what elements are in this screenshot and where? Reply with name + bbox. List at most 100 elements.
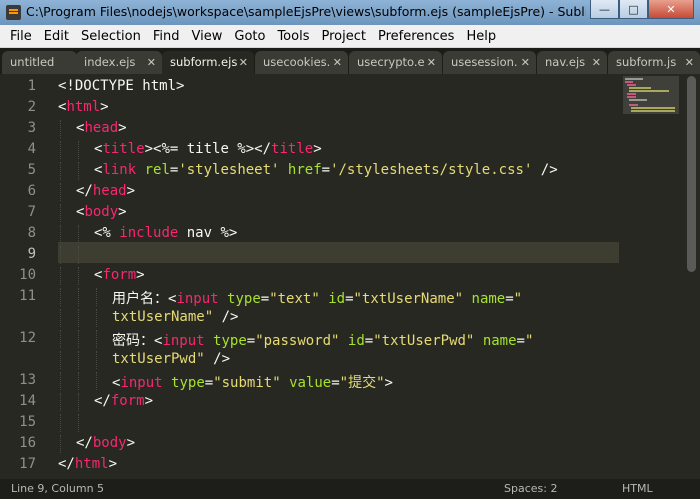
code-line: </form> <box>94 393 153 409</box>
tab-close-icon[interactable]: ✕ <box>333 51 342 74</box>
menu-help[interactable]: Help <box>460 29 502 44</box>
scrollbar-thumb[interactable] <box>687 76 696 272</box>
code-token: body <box>92 435 127 451</box>
tab-close-icon[interactable]: ✕ <box>147 51 156 74</box>
code-token: type <box>171 375 205 391</box>
menu-edit[interactable]: Edit <box>38 29 75 44</box>
maximize-icon: □ <box>628 2 639 16</box>
tab-subform-js[interactable]: subform.js ✕ <box>608 51 700 74</box>
code-token: title <box>102 141 145 157</box>
tab-close-icon[interactable]: ✕ <box>427 51 436 74</box>
code-line: </head> <box>76 183 135 199</box>
indent-guide <box>78 225 79 243</box>
line-number: 6 <box>27 183 36 199</box>
line-number: 8 <box>27 225 36 241</box>
line-number: 12 <box>19 330 36 346</box>
code-token: head <box>84 120 119 136</box>
menu-view[interactable]: View <box>186 29 229 44</box>
code-line: <link rel='stylesheet' href='/stylesheet… <box>94 162 558 178</box>
code-token: "submit" <box>213 375 281 391</box>
tab-subform-ejs[interactable]: subform.ejs ✕ <box>162 51 254 74</box>
line-number: 1 <box>27 78 36 94</box>
title-bar[interactable]: C:\Program Files\nodejs\workspace\sample… <box>0 0 700 25</box>
line-number: 16 <box>19 435 36 451</box>
tab-close-icon[interactable]: ✕ <box>685 51 694 74</box>
indent-guide <box>78 393 79 411</box>
minimap-line <box>625 81 633 83</box>
status-bar: Line 9, Column 5 Spaces: 2 HTML <box>0 479 700 499</box>
tab-label: usecookies. <box>263 55 331 69</box>
code-line: 密码：<input type="password" id="txtUserPwd… <box>112 330 533 350</box>
code-token: > <box>313 141 322 157</box>
code-token: "txtUserPwd" <box>373 333 475 349</box>
minimap-line <box>627 96 636 98</box>
menu-file[interactable]: File <box>0 29 38 44</box>
line-number: 4 <box>27 141 36 157</box>
menu-selection[interactable]: Selection <box>75 29 147 44</box>
minimap[interactable] <box>619 74 681 479</box>
indent-guide <box>78 162 79 180</box>
indent-guide <box>78 141 79 159</box>
code-line: </body> <box>76 435 135 451</box>
code-token: > <box>126 435 136 451</box>
code-token: <!DOCTYPE html> <box>58 78 185 94</box>
tab-close-icon[interactable]: ✕ <box>521 51 530 74</box>
tab-usecookies[interactable]: usecookies. ✕ <box>255 51 348 74</box>
minimap-line <box>625 78 643 80</box>
line-number: 3 <box>27 120 36 136</box>
code-token: "password" <box>255 333 340 349</box>
code-token: include <box>119 225 179 241</box>
code-token: input <box>176 291 219 307</box>
indent-guide <box>78 351 79 369</box>
code-token: = <box>364 333 374 349</box>
code-token: " <box>513 291 523 307</box>
minimap-line <box>627 93 636 95</box>
line-number: 5 <box>27 162 36 178</box>
close-button[interactable]: ✕ <box>648 0 694 19</box>
tab-usesession[interactable]: usesession. ✕ <box>443 51 536 74</box>
menu-project[interactable]: Project <box>315 29 371 44</box>
code-token: title <box>271 141 314 157</box>
menu-find[interactable]: Find <box>147 29 186 44</box>
tab-untitled[interactable]: untitled <box>2 51 77 74</box>
line-number-gutter: 1 2 3 4 5 6 7 8 9 10 11 12 13 14 15 16 17 <box>0 74 44 479</box>
indent-guide <box>96 288 97 306</box>
menu-goto[interactable]: Goto <box>228 29 271 44</box>
code-token: html <box>66 99 101 115</box>
vertical-scrollbar[interactable] <box>682 74 700 479</box>
syntax-selector[interactable]: HTML <box>622 482 653 495</box>
indent-guide <box>60 372 61 390</box>
code-token: = <box>204 375 214 391</box>
code-line: 用户名：<input type="text" id="txtUserName" … <box>112 288 522 308</box>
code-token: input <box>120 375 163 391</box>
line-number: 7 <box>27 204 36 220</box>
code-line: txtUserName" /> <box>112 309 238 325</box>
indent-guide <box>60 120 61 138</box>
code-token: > <box>384 375 393 391</box>
minimize-button[interactable]: — <box>590 0 619 19</box>
menu-preferences[interactable]: Preferences <box>372 29 460 44</box>
code-line: <!DOCTYPE html> <box>58 78 184 94</box>
window-controls: — □ ✕ <box>590 0 694 19</box>
maximize-button[interactable]: □ <box>619 0 648 19</box>
tab-nav-ejs[interactable]: nav.ejs ✕ <box>537 51 607 74</box>
menu-tools[interactable]: Tools <box>271 29 315 44</box>
code-token: id <box>328 291 346 307</box>
code-token: form <box>102 267 137 283</box>
indent-guide <box>60 162 61 180</box>
indentation-setting[interactable]: Spaces: 2 <box>504 482 557 495</box>
tab-close-icon[interactable]: ✕ <box>592 51 601 74</box>
tab-label: nav.ejs <box>545 55 586 69</box>
indent-guide <box>78 309 79 327</box>
code-token: "text" <box>269 291 320 307</box>
code-token: = <box>516 333 525 349</box>
indent-guide <box>78 372 79 390</box>
code-editor[interactable]: <!DOCTYPE html> <html> <head> <title><%= ti… <box>58 74 676 479</box>
code-token: 密码： <box>112 333 154 349</box>
tab-close-icon[interactable]: ✕ <box>239 51 248 74</box>
tab-usecrypto-e[interactable]: usecrypto.e ✕ <box>349 51 442 74</box>
tab-index-ejs[interactable]: index.ejs ✕ <box>76 51 162 74</box>
